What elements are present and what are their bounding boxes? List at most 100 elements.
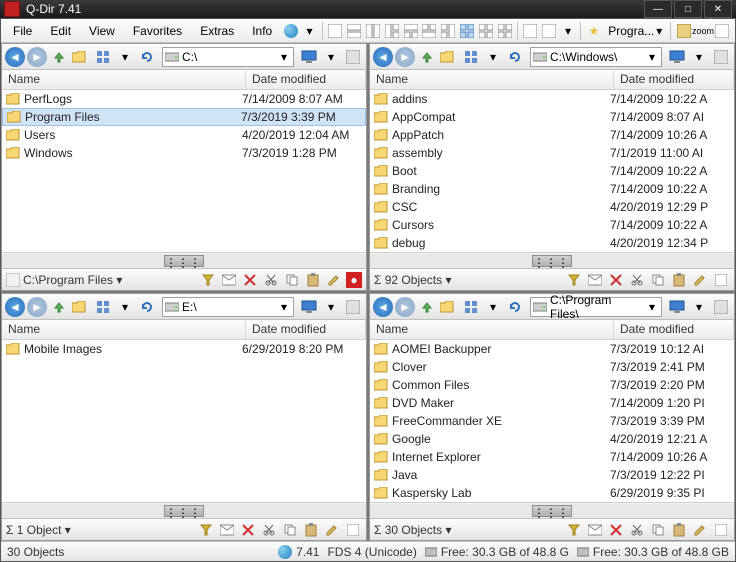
menu-extras[interactable]: Extras xyxy=(192,22,242,40)
layout-3b-icon[interactable] xyxy=(403,23,418,39)
nav-forward-button[interactable]: ► xyxy=(27,297,47,317)
refresh-button[interactable] xyxy=(505,47,525,67)
close-button[interactable]: ✕ xyxy=(704,0,732,18)
nav-back-button[interactable]: ◄ xyxy=(5,47,25,67)
address-dropdown[interactable]: ▾ xyxy=(645,300,659,314)
view-button[interactable] xyxy=(93,47,113,67)
folder-button[interactable] xyxy=(71,297,91,317)
address-bar[interactable]: C:\ ▾ xyxy=(162,47,294,67)
minimize-button[interactable]: — xyxy=(644,0,672,18)
col-date[interactable]: Date modified xyxy=(614,320,734,339)
scrollbar-thumb[interactable]: ⋮⋮⋮ xyxy=(532,255,572,267)
up-button[interactable] xyxy=(49,297,69,317)
file-row[interactable]: FreeCommander XE 7/3/2019 3:39 PM xyxy=(370,412,734,430)
address-dropdown[interactable]: ▾ xyxy=(277,300,291,314)
paste-button[interactable] xyxy=(670,271,688,289)
delete-button[interactable] xyxy=(239,521,257,539)
horizontal-scrollbar[interactable]: ⋮⋮⋮ xyxy=(370,502,734,518)
file-row[interactable]: AOMEI Backupper 7/3/2019 10:12 AI xyxy=(370,340,734,358)
layout-3c-icon[interactable] xyxy=(422,23,437,39)
monitor-dropdown[interactable]: ▾ xyxy=(321,297,341,317)
file-list[interactable]: AOMEI Backupper 7/3/2019 10:12 AI Clover… xyxy=(370,340,734,502)
menu-file[interactable]: File xyxy=(5,22,40,40)
view-dropdown[interactable]: ▾ xyxy=(483,297,503,317)
status-text[interactable]: Σ 1 Object ▾ xyxy=(6,523,71,537)
extra-toolbar-button[interactable] xyxy=(711,47,731,67)
globe-icon[interactable] xyxy=(283,23,298,39)
record-button[interactable]: ● xyxy=(346,272,362,288)
monitor-dropdown[interactable]: ▾ xyxy=(689,297,709,317)
filter-button[interactable] xyxy=(565,521,583,539)
edit-button[interactable] xyxy=(691,271,709,289)
folder-button[interactable] xyxy=(71,47,91,67)
layout-4b-icon[interactable] xyxy=(478,23,493,39)
copy-button[interactable] xyxy=(649,271,667,289)
file-row[interactable]: AppPatch 7/14/2009 10:26 A xyxy=(370,126,734,144)
copy-button[interactable] xyxy=(281,521,299,539)
copy-button[interactable] xyxy=(649,521,667,539)
menu-info[interactable]: Info xyxy=(244,22,280,40)
layout-4c-icon[interactable] xyxy=(497,23,512,39)
monitor-button[interactable] xyxy=(667,47,687,67)
star-icon[interactable]: ★ xyxy=(586,23,601,39)
properties-button[interactable] xyxy=(344,521,362,539)
file-row[interactable]: Internet Explorer 7/14/2009 10:26 A xyxy=(370,448,734,466)
col-date[interactable]: Date modified xyxy=(614,70,734,89)
scrollbar-thumb[interactable]: ⋮⋮⋮ xyxy=(532,505,572,517)
file-row[interactable]: PerfLogs 7/14/2009 8:07 AM xyxy=(2,90,366,108)
cut-button[interactable] xyxy=(262,271,280,289)
scrollbar-thumb[interactable]: ⋮⋮⋮ xyxy=(164,255,204,267)
extra-toolbar-button[interactable] xyxy=(343,297,363,317)
extra-toolbar-button[interactable] xyxy=(343,47,363,67)
programs-menu[interactable]: Progra...▾ xyxy=(604,22,666,40)
filter-button[interactable] xyxy=(565,271,583,289)
monitor-dropdown[interactable]: ▾ xyxy=(321,47,341,67)
file-row[interactable]: DVD Maker 7/14/2009 1:20 PI xyxy=(370,394,734,412)
menu-favorites[interactable]: Favorites xyxy=(125,22,190,40)
delete-button[interactable] xyxy=(241,271,259,289)
file-list[interactable]: PerfLogs 7/14/2009 8:07 AM Program Files… xyxy=(2,90,366,252)
nav-forward-button[interactable]: ► xyxy=(27,47,47,67)
file-list[interactable]: Mobile Images 6/29/2019 8:20 PM xyxy=(2,340,366,502)
nav-forward-button[interactable]: ► xyxy=(395,47,415,67)
file-row[interactable]: Mobile Images 6/29/2019 8:20 PM xyxy=(2,340,366,358)
menu-view[interactable]: View xyxy=(81,22,123,40)
layout-2h-icon[interactable] xyxy=(347,23,362,39)
tool-icon-2[interactable] xyxy=(542,23,557,39)
edit-button[interactable] xyxy=(691,521,709,539)
scrollbar-thumb[interactable]: ⋮⋮⋮ xyxy=(164,505,204,517)
address-dropdown[interactable]: ▾ xyxy=(645,50,659,64)
file-row[interactable]: Cursors 7/14/2009 10:22 A xyxy=(370,216,734,234)
cut-button[interactable] xyxy=(628,271,646,289)
edit-button[interactable] xyxy=(325,271,343,289)
view-dropdown[interactable]: ▾ xyxy=(115,297,135,317)
view-button[interactable] xyxy=(93,297,113,317)
menu-edit[interactable]: Edit xyxy=(42,22,79,40)
file-row[interactable]: Boot 7/14/2009 10:22 A xyxy=(370,162,734,180)
horizontal-scrollbar[interactable]: ⋮⋮⋮ xyxy=(2,502,366,518)
monitor-button[interactable] xyxy=(299,47,319,67)
edit-button[interactable] xyxy=(323,521,341,539)
col-name[interactable]: Name xyxy=(2,320,246,339)
mail-button[interactable] xyxy=(218,521,236,539)
up-button[interactable] xyxy=(49,47,69,67)
refresh-button[interactable] xyxy=(137,47,157,67)
nav-forward-button[interactable]: ► xyxy=(395,297,415,317)
view-dropdown[interactable]: ▾ xyxy=(115,47,135,67)
copy-button[interactable] xyxy=(283,271,301,289)
mail-button[interactable] xyxy=(220,271,238,289)
file-row[interactable]: Program Files 7/3/2019 3:39 PM xyxy=(2,108,366,126)
view-button[interactable] xyxy=(461,47,481,67)
nav-back-button[interactable]: ◄ xyxy=(373,297,393,317)
filter-button[interactable] xyxy=(197,521,215,539)
folder-button[interactable] xyxy=(439,297,459,317)
up-button[interactable] xyxy=(417,297,437,317)
monitor-dropdown[interactable]: ▾ xyxy=(689,47,709,67)
col-name[interactable]: Name xyxy=(370,320,614,339)
delete-button[interactable] xyxy=(607,521,625,539)
mail-button[interactable] xyxy=(586,521,604,539)
address-bar[interactable]: C:\Windows\ ▾ xyxy=(530,47,662,67)
titlebar[interactable]: Q-Dir 7.41 — □ ✕ xyxy=(0,0,736,18)
tool-icon-1[interactable] xyxy=(523,23,538,39)
file-row[interactable]: Java 7/3/2019 12:22 PI xyxy=(370,466,734,484)
